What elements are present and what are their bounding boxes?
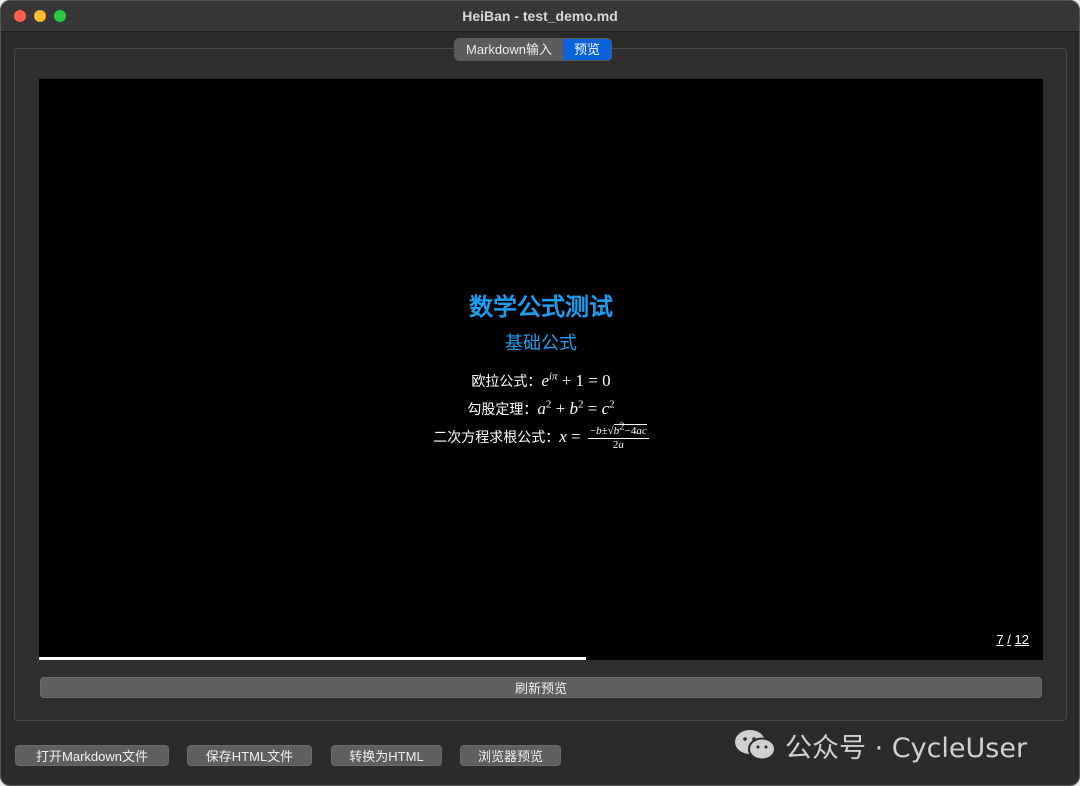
pythagoras-label: 勾股定理： (467, 402, 538, 418)
slide-content: 数学公式测试 基础公式 欧拉公式：eiπ + 1 = 0 勾股定理：a2 + b… (39, 289, 1043, 451)
slide-preview: 数学公式测试 基础公式 欧拉公式：eiπ + 1 = 0 勾股定理：a2 + b… (39, 79, 1043, 660)
euler-formula: eiπ + 1 = 0 (541, 370, 611, 390)
slide-subheading: 基础公式 (505, 333, 577, 354)
slide-total-pages[interactable]: 12 (1015, 632, 1029, 647)
tab-markdown-input[interactable]: Markdown输入 (455, 39, 563, 60)
euler-formula-line: 欧拉公式：eiπ + 1 = 0 (39, 367, 1043, 395)
refresh-preview-button[interactable]: 刷新预览 (40, 677, 1042, 698)
app-window: HeiBan - test_demo.md Markdown输入 预览 数学公式… (0, 0, 1080, 786)
quadratic-formula: x = −b±√b2−4ac 2a (559, 419, 649, 451)
open-markdown-button[interactable]: 打开Markdown文件 (15, 745, 169, 766)
slide-counter: 7 / 12 (996, 632, 1029, 647)
save-html-button[interactable]: 保存HTML文件 (187, 745, 312, 766)
quadratic-label: 二次方程求根公式： (433, 430, 560, 446)
tab-preview[interactable]: 预览 (562, 39, 611, 60)
mode-tabs: Markdown输入 预览 (454, 38, 612, 61)
title-bar: HeiBan - test_demo.md (1, 1, 1079, 32)
watermark-text: 公众号 · CycleUser (785, 732, 1028, 764)
pythagoras-formula-line: 勾股定理：a2 + b2 = c2 (39, 395, 1043, 423)
wechat-icon (735, 730, 776, 761)
window-title: HeiBan - test_demo.md (462, 8, 618, 24)
browser-preview-button[interactable]: 浏览器预览 (460, 745, 561, 766)
slide-progress-bar (39, 657, 1043, 660)
pythagoras-formula: a2 + b2 = c2 (537, 398, 615, 418)
watermark: 公众号 · CycleUser (733, 725, 1027, 765)
slide-current-page[interactable]: 7 (996, 632, 1003, 647)
euler-label: 欧拉公式： (471, 374, 542, 390)
quadratic-formula-line: 二次方程求根公式：x = −b±√b2−4ac 2a (39, 419, 1043, 451)
slide-heading: 数学公式测试 (469, 293, 613, 321)
slide-progress-fill (39, 657, 587, 660)
convert-html-button[interactable]: 转换为HTML (331, 745, 442, 766)
slide-page-separator: / (1007, 632, 1011, 647)
